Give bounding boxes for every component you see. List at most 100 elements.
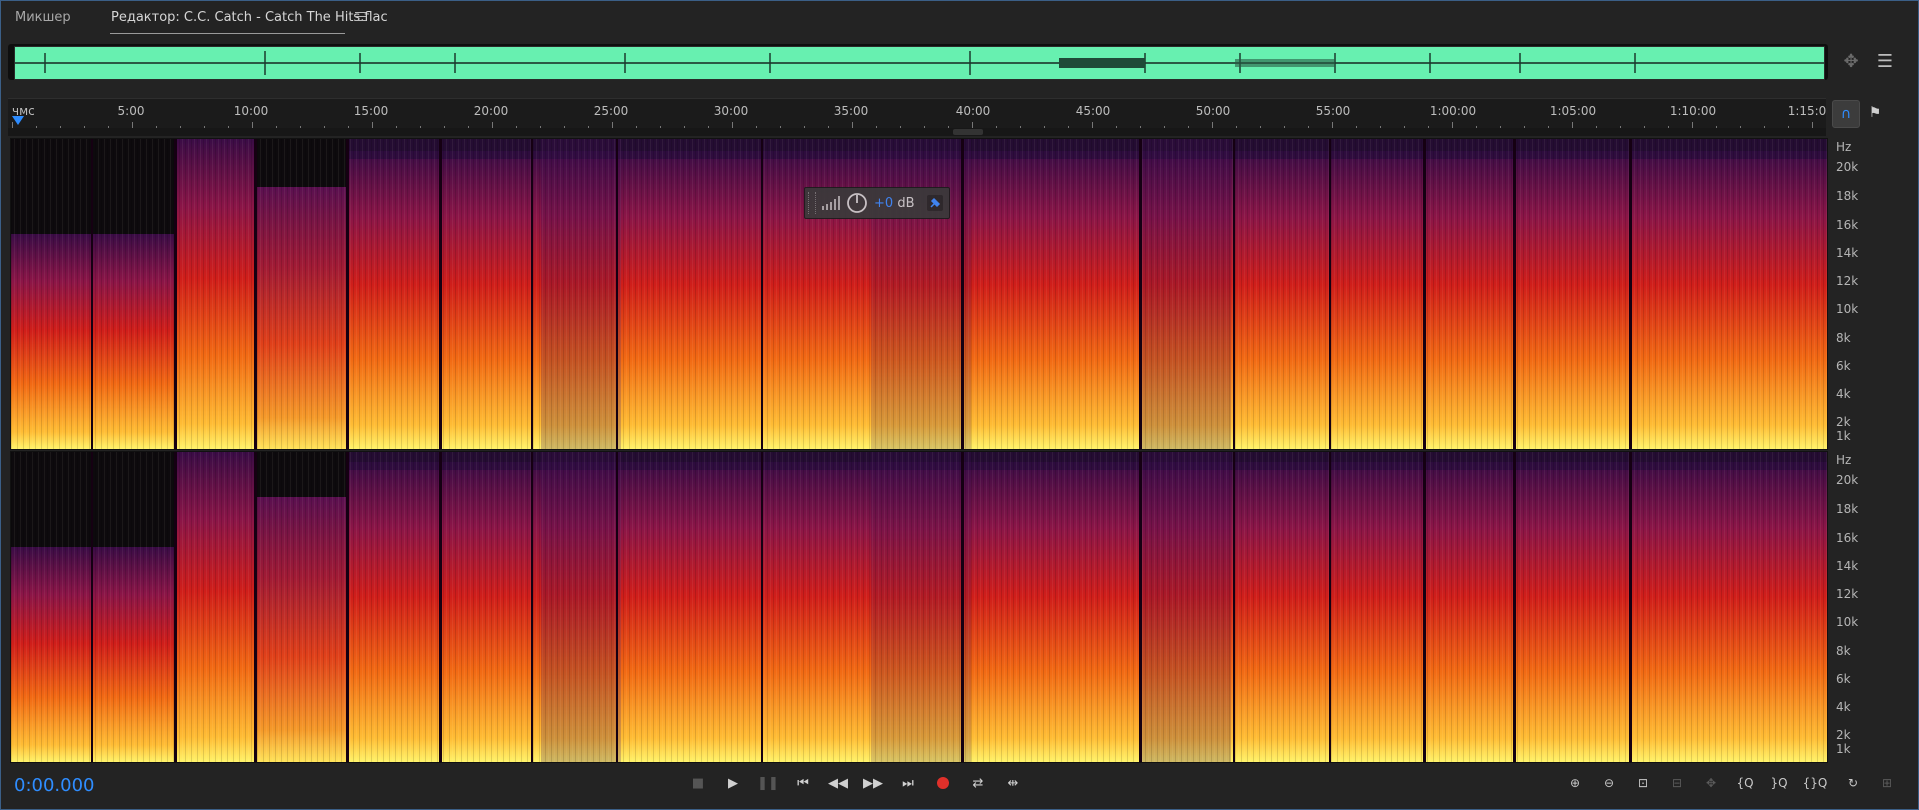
zoom-in-amplitude-icon: ⊕ xyxy=(1569,776,1581,790)
zoom-reset-icon: ↻ xyxy=(1847,776,1859,790)
overview-zoom-icon[interactable]: ✥ xyxy=(1838,48,1864,74)
ruler-mark: 40:00 xyxy=(955,104,991,118)
pin-hud-icon[interactable] xyxy=(927,195,943,211)
ruler-mark: 5:00 xyxy=(117,104,145,118)
ruler-mark: 50:00 xyxy=(1195,104,1231,118)
volume-knob-icon[interactable] xyxy=(846,192,868,214)
spectrogram-right xyxy=(11,452,1827,762)
stop-icon: ■ xyxy=(691,775,705,791)
spectral-display-right-channel[interactable] xyxy=(10,451,1828,763)
freq-label: 2k xyxy=(1836,415,1851,429)
ruler-mark: 45:00 xyxy=(1075,104,1111,118)
rewind-icon: ◀◀ xyxy=(828,775,848,791)
freq-label: 18k xyxy=(1836,189,1859,203)
stop-button[interactable]: ■ xyxy=(684,772,712,794)
freq-label: 1k xyxy=(1836,742,1851,756)
ruler-mark: 20:00 xyxy=(473,104,509,118)
marker-icon[interactable]: ⚑ xyxy=(1862,100,1888,126)
volume-db-value: +0 xyxy=(874,195,894,211)
level-meter-icon xyxy=(822,196,840,210)
zoom-out-full-button[interactable]: ⊟ xyxy=(1662,772,1692,794)
zoom-in-left-icon: {Q xyxy=(1736,776,1754,790)
freq-label: 1k xyxy=(1836,429,1851,443)
rewind-button[interactable]: ◀◀ xyxy=(824,772,852,794)
tab-mixer[interactable]: Микшер xyxy=(15,10,71,25)
ruler-mark: 25:00 xyxy=(593,104,629,118)
hud-drag-handle[interactable] xyxy=(808,192,816,214)
ruler-mark: 10:00 xyxy=(233,104,269,118)
zoom-in-time-button[interactable]: ✥ xyxy=(1696,772,1726,794)
loop-button[interactable]: ⇄ xyxy=(964,772,992,794)
zoom-in-right-button[interactable]: }Q xyxy=(1764,772,1794,794)
skip-selection-button[interactable]: ⇹ xyxy=(999,772,1027,794)
freq-label: 20k xyxy=(1836,473,1859,487)
spectral-display-left-channel[interactable] xyxy=(10,138,1828,450)
freq-label: 10k xyxy=(1836,615,1859,629)
fast-forward-icon: ▶▶ xyxy=(863,775,883,791)
skip-to-start-button[interactable]: ⏮ xyxy=(789,772,817,794)
fast-forward-button[interactable]: ▶▶ xyxy=(859,772,887,794)
skip-to-end-icon: ⏭ xyxy=(902,775,914,791)
loop-icon: ⇄ xyxy=(972,775,984,791)
freq-label: 6k xyxy=(1836,672,1851,686)
freq-label: 8k xyxy=(1836,331,1851,345)
horizontal-scrollbar[interactable] xyxy=(8,128,1826,136)
play-button[interactable]: ▶ xyxy=(719,772,747,794)
record-button[interactable] xyxy=(929,772,957,794)
zoom-in-right-icon: }Q xyxy=(1770,776,1788,790)
zoom-in-amplitude-button[interactable]: ⊕ xyxy=(1560,772,1590,794)
overview-waveform xyxy=(14,46,1825,80)
record-icon xyxy=(937,777,949,789)
freq-label: 4k xyxy=(1836,700,1851,714)
zoom-out-amplitude-button[interactable]: ⊖ xyxy=(1594,772,1624,794)
frequency-axis-top: Hz 20k 18k 16k 14k 12k 10k 8k 6k 4k 2k 1… xyxy=(1832,138,1902,448)
freq-label: 8k xyxy=(1836,644,1851,658)
volume-db-unit: dB xyxy=(897,195,915,211)
zoom-out-time-icon: {}Q xyxy=(1802,776,1828,790)
current-time-display[interactable]: 0:00.000 xyxy=(14,775,95,796)
freq-label: 4k xyxy=(1836,387,1851,401)
freq-label: 12k xyxy=(1836,274,1859,288)
ruler-mark: 55:00 xyxy=(1315,104,1351,118)
freq-label: 14k xyxy=(1836,246,1859,260)
zoom-out-time-button[interactable]: {}Q xyxy=(1800,772,1830,794)
volume-hud[interactable]: +0 dB xyxy=(804,187,950,219)
scrollbar-thumb[interactable] xyxy=(953,129,983,135)
freq-label: 20k xyxy=(1836,160,1859,174)
active-tab-underline xyxy=(110,33,345,34)
zoom-out-amplitude-icon: ⊖ xyxy=(1603,776,1615,790)
skip-to-start-icon: ⏮ xyxy=(797,775,809,791)
zoom-reset-button[interactable]: ↻ xyxy=(1838,772,1868,794)
freq-label: 16k xyxy=(1836,531,1859,545)
skip-selection-icon: ⇹ xyxy=(1007,775,1019,791)
freq-label: 2k xyxy=(1836,728,1851,742)
pause-button[interactable]: ❚❚ xyxy=(754,772,782,794)
time-ruler[interactable]: чмс 5:00 10:00 15:00 20:00 25:00 30:00 3… xyxy=(8,98,1826,129)
zoom-to-selection-button[interactable]: ⊡ xyxy=(1628,772,1658,794)
freq-label: 6k xyxy=(1836,359,1851,373)
snap-magnet-icon[interactable]: ∩ xyxy=(1832,100,1860,128)
panel-menu-icon[interactable] xyxy=(355,12,366,22)
playhead-marker[interactable] xyxy=(12,116,24,125)
overview-waveform-graph xyxy=(15,51,1824,75)
zoom-selection-button[interactable]: ⊞ xyxy=(1872,772,1902,794)
zoom-to-selection-icon: ⊡ xyxy=(1637,776,1649,790)
freq-label: 16k xyxy=(1836,218,1859,232)
skip-to-end-button[interactable]: ⏭ xyxy=(894,772,922,794)
tab-editor[interactable]: Редактор: C.C. Catch - Catch The Hits.fl… xyxy=(111,10,388,25)
ruler-mark: 15:00 xyxy=(353,104,389,118)
spectrogram-left xyxy=(11,139,1827,449)
ruler-mark: 1:10:00 xyxy=(1669,104,1717,118)
freq-label: 18k xyxy=(1836,502,1859,516)
display-options-icon[interactable]: ☰ xyxy=(1872,48,1898,74)
ruler-mark: 1:15:0 xyxy=(1787,104,1827,118)
frequency-axis-bottom: Hz 20k 18k 16k 14k 12k 10k 8k 6k 4k 2k 1… xyxy=(1832,451,1902,761)
ruler-mark: 1:05:00 xyxy=(1549,104,1597,118)
zoom-in-left-button[interactable]: {Q xyxy=(1730,772,1760,794)
freq-label: 14k xyxy=(1836,559,1859,573)
freq-unit-label: Hz xyxy=(1836,140,1852,154)
waveform-overview[interactable] xyxy=(8,44,1828,80)
freq-label: 10k xyxy=(1836,302,1859,316)
volume-db-readout[interactable]: +0 dB xyxy=(874,196,914,211)
freq-unit-label: Hz xyxy=(1836,453,1852,467)
